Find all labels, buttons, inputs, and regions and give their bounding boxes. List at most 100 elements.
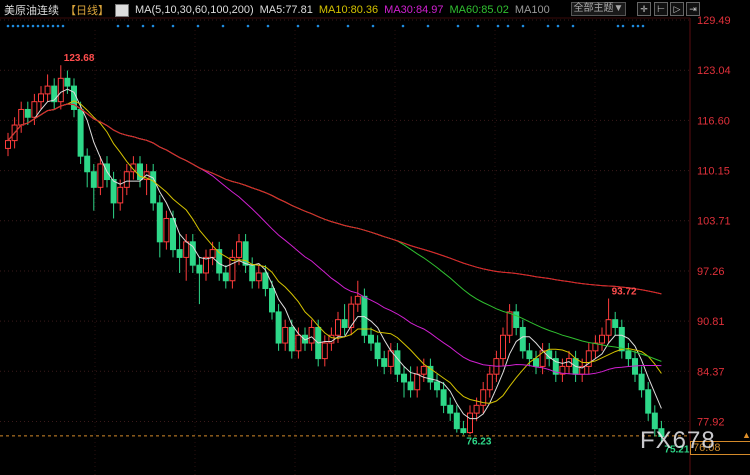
marker-dot [6, 24, 10, 28]
marker-dot [196, 24, 200, 28]
marker-dot [456, 24, 460, 28]
marker-dot [426, 24, 430, 28]
y-tick-label: 129.49 [697, 15, 731, 27]
candle-body [97, 163, 104, 188]
marker-dot [571, 24, 575, 28]
candle-body [183, 241, 190, 258]
candle-body [526, 350, 533, 360]
ma30-line [7, 103, 662, 375]
candle-body [31, 101, 38, 118]
candle-body [500, 334, 506, 360]
candle-body [605, 319, 612, 336]
candle-body [282, 326, 289, 344]
period-label[interactable]: 【日线】 [65, 2, 109, 18]
marker-dot [151, 24, 155, 28]
candle-body [44, 85, 51, 95]
candle-body [486, 373, 493, 391]
candle-body [354, 295, 361, 305]
marker-dot [21, 24, 25, 28]
marker-dot [141, 24, 145, 28]
marker-dot [556, 24, 560, 28]
candle-body [420, 365, 427, 375]
candle-body [156, 202, 163, 243]
marker-dot [631, 24, 635, 28]
candle-body [123, 171, 130, 188]
marker-dot [41, 24, 45, 28]
candle-body [64, 77, 71, 87]
marker-dot [496, 24, 500, 28]
candle-body [255, 272, 262, 282]
candle-body [467, 412, 473, 434]
candle-body [150, 171, 157, 204]
candle-body [473, 404, 480, 414]
candle-body [262, 272, 269, 290]
ma100-value: MA100 [514, 4, 550, 16]
candlestick-chart: 129.49 123.04 116.60 110.15 103.71 97.26 90.81… [0, 15, 731, 475]
candle-body [288, 326, 295, 352]
marker-dot [61, 24, 65, 28]
marker-dot [506, 24, 510, 28]
marker-dot [476, 24, 480, 28]
candle-body [84, 155, 91, 173]
candle-body [618, 326, 625, 352]
candle-body [269, 288, 275, 313]
ma30-value: MA30:84.97 [384, 4, 444, 16]
candle-body [440, 389, 447, 406]
marker-dot [31, 24, 35, 28]
marker-dot [46, 24, 50, 28]
candle-body [407, 381, 414, 391]
marker-dot [171, 24, 175, 28]
candle-body [170, 217, 176, 251]
marker-dot [346, 24, 350, 28]
candle-body [453, 412, 460, 430]
price-annotation: 76.23 [466, 437, 491, 448]
play-icon[interactable]: ▷ [670, 2, 684, 16]
zoom-in-icon[interactable]: ⊢ [654, 2, 668, 16]
marker-dot [26, 24, 30, 28]
candle-body [381, 358, 388, 367]
ma-params: MA(5,10,30,60,100,200) [135, 4, 254, 16]
candle-body [18, 108, 25, 126]
candle-body [513, 311, 520, 328]
candle-body [638, 373, 645, 391]
ma60-value: MA60:85.02 [449, 4, 509, 16]
marker-dot [296, 24, 300, 28]
marker-dot [621, 24, 625, 28]
candle-body [434, 381, 440, 391]
price-annotation: 123.68 [64, 53, 95, 64]
candle-body [24, 108, 31, 118]
candle-body [295, 334, 302, 352]
candle-body [176, 249, 183, 258]
marker-dot [36, 24, 40, 28]
candle-body [203, 256, 209, 274]
chart-header: 美原油连续 【日线】 MA(5,10,30,60,100,200) MA5:77… [4, 2, 550, 18]
candle-body [645, 389, 652, 414]
theme-dropdown[interactable]: 全部主题▼ [571, 2, 626, 16]
marker-dot [11, 24, 15, 28]
candle-body [77, 108, 84, 157]
instrument-name: 美原油连续 [4, 5, 59, 17]
y-tick-label: 116.60 [697, 115, 730, 127]
marker-dot [546, 24, 550, 28]
marker-dot [221, 24, 225, 28]
ma10-line [7, 100, 662, 404]
candle-body [599, 334, 605, 344]
candle-body [460, 428, 467, 434]
watermark: FX678 [640, 427, 716, 454]
marker-dot [266, 24, 270, 28]
ma5-value: MA5:77.81 [259, 4, 313, 16]
jump-end-icon[interactable]: ⇥ [686, 2, 700, 16]
marker-dot [51, 24, 55, 28]
candle-body [163, 217, 170, 243]
crosshair-icon[interactable]: ✛ [637, 2, 651, 16]
candle-body [308, 326, 315, 344]
candle-body [401, 373, 407, 383]
indicator-icon[interactable] [115, 3, 129, 17]
candle-body [275, 311, 282, 344]
candle-body [90, 171, 97, 188]
candle-body [519, 326, 526, 352]
candle-body [374, 342, 381, 360]
marker-dot [16, 24, 20, 28]
y-tick-label: 90.81 [697, 316, 725, 328]
candle-body [625, 350, 632, 360]
